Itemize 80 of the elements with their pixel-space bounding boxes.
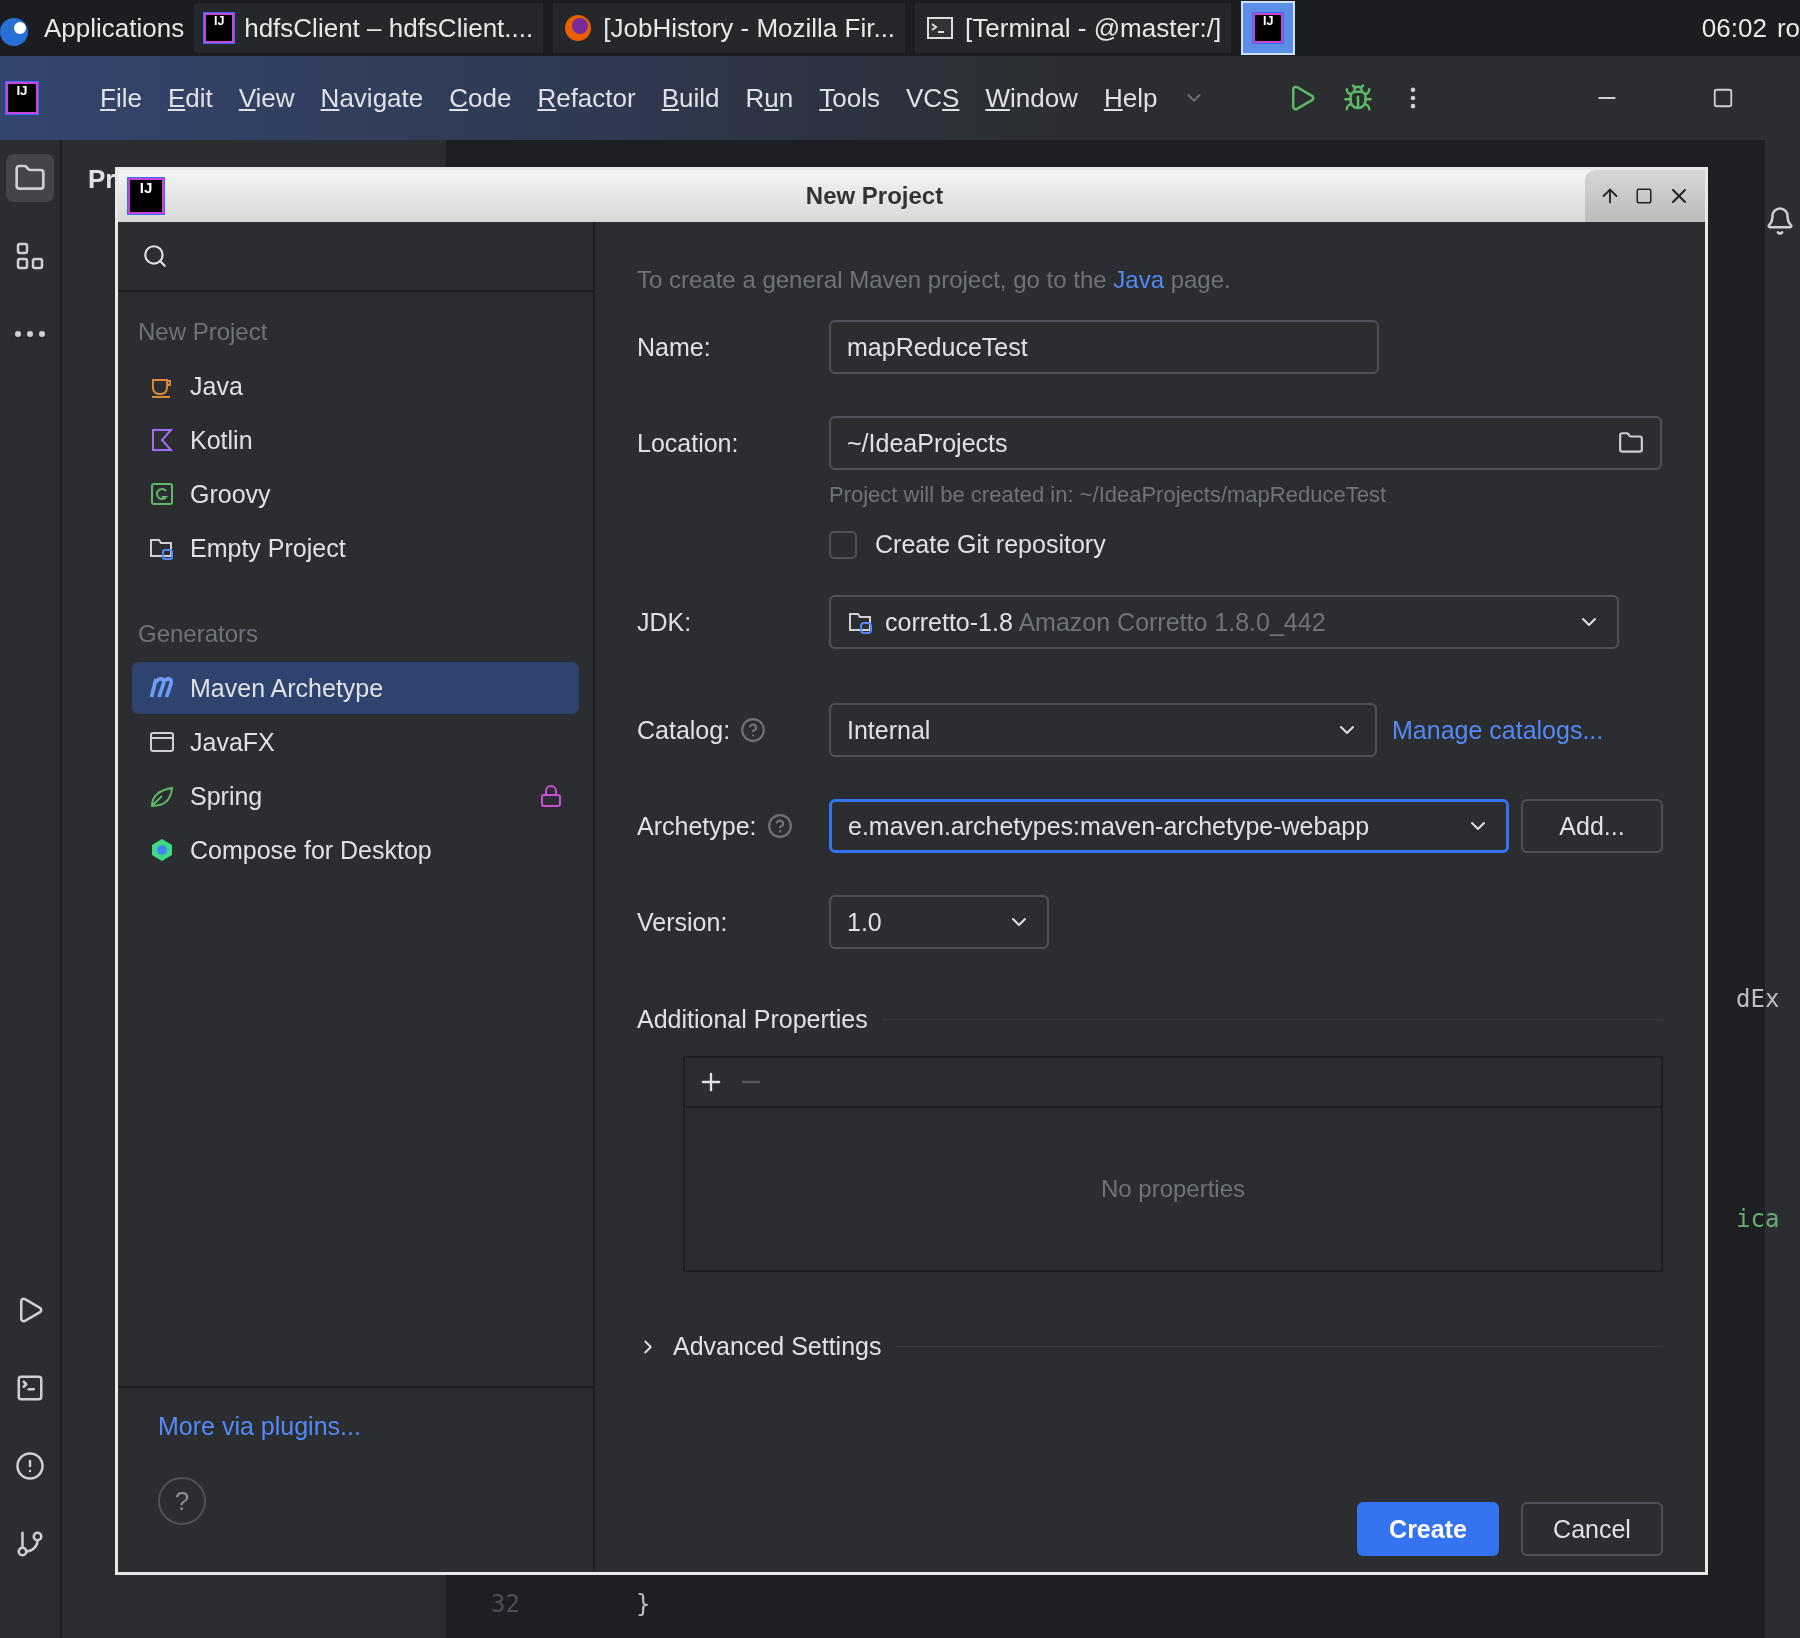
structure-icon[interactable]: [14, 240, 46, 272]
menu-item[interactable]: Navigate: [320, 82, 424, 114]
section-title: Additional Properties: [637, 1005, 868, 1034]
sidebar-item[interactable]: Maven Archetype: [132, 662, 579, 714]
java-link[interactable]: Java: [1113, 266, 1164, 293]
git-checkbox[interactable]: [829, 530, 857, 559]
notifications-icon[interactable]: [1765, 206, 1795, 236]
app-logo-icon: IJ: [204, 13, 235, 43]
debug-icon[interactable]: [1343, 83, 1374, 113]
sidebar-item[interactable]: Java: [132, 360, 579, 412]
field-label: Archetype:: [637, 811, 757, 841]
plugins-link[interactable]: More via plugins...: [158, 1412, 593, 1441]
field-label: Catalog:: [637, 715, 731, 745]
manage-catalogs-link[interactable]: Manage catalogs...: [1392, 715, 1604, 745]
add-button[interactable]: Add...: [1521, 799, 1663, 853]
section-heading: Generators: [137, 619, 260, 649]
create-button[interactable]: Create: [1357, 1502, 1499, 1556]
app-logo-icon: IJ: [1253, 13, 1284, 43]
field-label: Version:: [637, 907, 728, 937]
menu-item[interactable]: Build: [661, 82, 720, 114]
empty-text: No properties: [1100, 1175, 1246, 1203]
hint-text: To create a general Maven project, go to the Java page.: [637, 266, 1232, 295]
app-logo-icon: IJ: [6, 82, 38, 114]
sidebar-item[interactable]: Compose for Desktop: [132, 824, 579, 876]
section-title: Advanced Settings: [673, 1332, 882, 1361]
menu-item[interactable]: Run: [745, 82, 794, 114]
search-icon[interactable]: [142, 243, 168, 269]
code-text: ica: [1736, 1205, 1780, 1233]
menu-item[interactable]: File: [100, 82, 142, 114]
location-field[interactable]: ~/IdeaProjects: [829, 416, 1662, 470]
taskbar-window-button[interactable]: [JobHistory - Mozilla Fir...: [553, 3, 906, 53]
field-label: Name:: [637, 332, 711, 362]
problems-icon[interactable]: [15, 1451, 45, 1481]
field-label: Location:: [637, 428, 739, 458]
sidebar-item[interactable]: Kotlin: [132, 414, 579, 466]
sidebar-item[interactable]: Groovy: [132, 468, 579, 520]
menu-item[interactable]: Refactor: [537, 82, 636, 114]
clock: 06:02: [1701, 12, 1767, 44]
help-icon[interactable]: [740, 717, 767, 743]
code-text: }: [636, 1590, 651, 1618]
code-text: dEx: [1736, 985, 1780, 1013]
menu-item[interactable]: View: [238, 82, 295, 114]
terminal-icon[interactable]: [15, 1373, 45, 1403]
jdk-dropdown[interactable]: corretto-1.8 Amazon Corretto 1.8.0_442: [829, 595, 1619, 649]
sidebar-item[interactable]: Spring: [132, 770, 579, 822]
window-title: New Project: [805, 182, 944, 210]
location-note: Project will be created in: ~/IdeaProjects/mapReduceTest: [829, 482, 1387, 508]
version-dropdown[interactable]: 1.0: [829, 895, 1049, 949]
taskbar-window-button[interactable]: IJ: [1241, 1, 1296, 55]
project-tool-button[interactable]: [6, 154, 54, 202]
help-button[interactable]: ?: [158, 1477, 206, 1525]
menu-item[interactable]: Code: [449, 82, 512, 114]
groovy-icon: [148, 480, 176, 508]
menu-item[interactable]: Tools: [819, 82, 880, 114]
archetype-dropdown[interactable]: e.maven.archetypes:maven-archetype-webapp: [829, 799, 1509, 853]
name-field[interactable]: mapReduceTest: [829, 320, 1379, 374]
menu-item[interactable]: VCS: [905, 82, 960, 114]
maximize-icon[interactable]: [1635, 187, 1653, 205]
checkbox-label: Create Git repository: [875, 530, 1106, 559]
cancel-button[interactable]: Cancel: [1521, 1502, 1663, 1556]
menu-item[interactable]: Help: [1103, 82, 1158, 114]
help-icon[interactable]: [766, 813, 793, 839]
panel-title: Pr: [88, 164, 116, 195]
sidebar-item[interactable]: JavaFX: [132, 716, 579, 768]
archetype-icon: [148, 676, 176, 700]
app-logo-icon: IJ: [128, 178, 164, 214]
menu-item[interactable]: Window: [985, 82, 1078, 114]
sidebar-item[interactable]: Empty Project: [132, 522, 579, 574]
catalog-dropdown[interactable]: Internal: [829, 703, 1377, 757]
folder-icon[interactable]: [1618, 430, 1644, 456]
more-icon[interactable]: [14, 330, 46, 338]
applications-menu[interactable]: Applications: [44, 12, 185, 44]
user-name: ro: [1776, 12, 1800, 44]
git-branch-icon[interactable]: [15, 1529, 45, 1559]
browser-icon: [563, 13, 594, 43]
taskbar-window-button[interactable]: IJ hdfsClient – hdfsClient....: [194, 3, 544, 53]
taskbar-window-button[interactable]: [Terminal - @master:/]: [915, 3, 1232, 53]
field-label: JDK:: [637, 607, 692, 637]
menu-item[interactable]: Edit: [167, 82, 213, 114]
section-heading: New Project: [137, 317, 269, 347]
